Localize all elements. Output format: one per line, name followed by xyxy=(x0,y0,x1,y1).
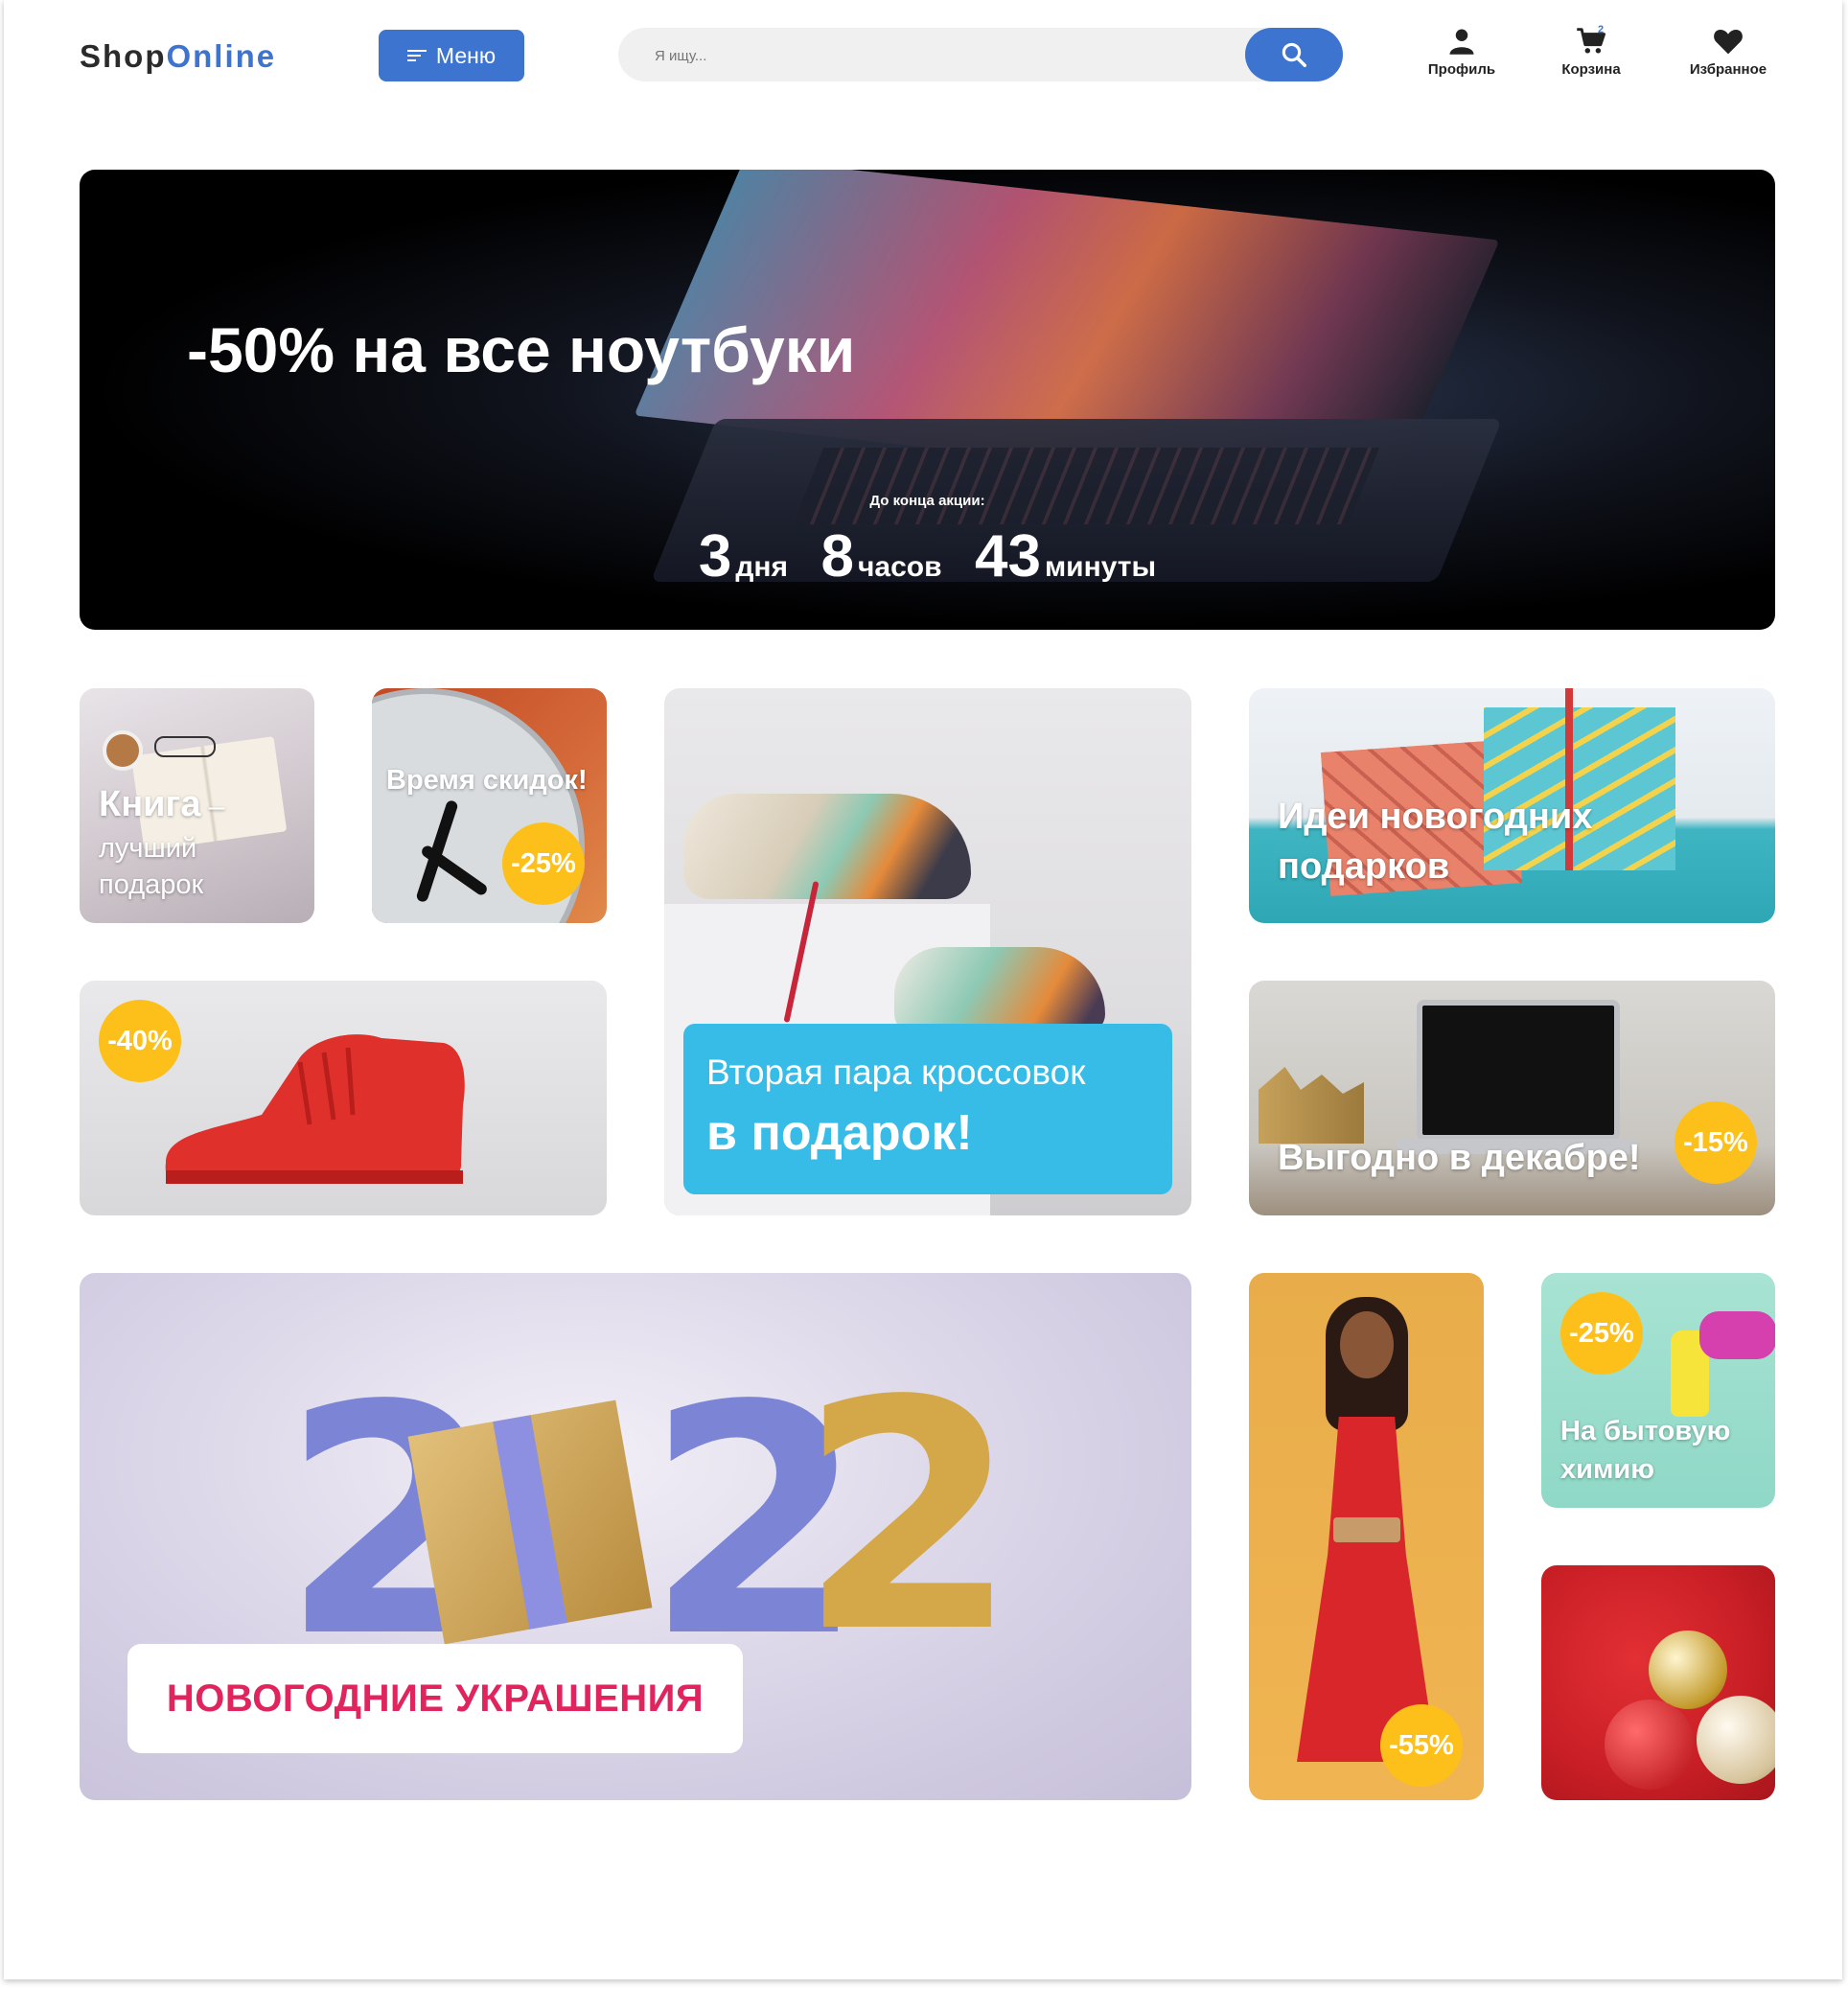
countdown-hours: 8 xyxy=(820,523,854,590)
sneakers-promo-line1: Вторая пара кроссовок xyxy=(706,1052,1086,1092)
logo-text-online: Online xyxy=(166,38,277,74)
sneakers-promo-panel: Вторая пара кроссовок в подарок! xyxy=(683,1024,1172,1194)
glove-image xyxy=(1699,1311,1775,1359)
household-line2: химию xyxy=(1560,1454,1655,1485)
glasses-image xyxy=(154,736,216,757)
promo-card-book[interactable]: Книга – лучший подарок xyxy=(80,688,314,923)
book-card-dash: – xyxy=(200,791,225,822)
cart-label: Корзина xyxy=(1561,61,1621,78)
search-icon xyxy=(1282,42,1306,67)
promo-card-gift-ideas[interactable]: Идеи новогодних подарков xyxy=(1249,688,1775,923)
countdown-days-unit: дня xyxy=(735,551,789,583)
discount-badge: -25% xyxy=(1560,1292,1643,1375)
promo-card-christmas-balls[interactable] xyxy=(1541,1565,1775,1800)
ornament-image xyxy=(1649,1631,1727,1709)
favorites-label: Избранное xyxy=(1689,61,1767,78)
search-bar xyxy=(618,28,1343,83)
laptop-image xyxy=(1417,1000,1620,1141)
page-frame: ShopOnline Меню Профиль 2 Корзина xyxy=(4,0,1842,1979)
discount-badge: -15% xyxy=(1675,1101,1757,1184)
user-icon xyxy=(1449,29,1474,55)
book-card-title-word: Книга xyxy=(99,784,201,824)
belt-image xyxy=(1333,1517,1400,1542)
book-card-title: Книга – xyxy=(99,784,225,825)
countdown-minutes-unit: минуты xyxy=(1044,551,1157,583)
december-card-title: Выгодно в декабре! xyxy=(1278,1138,1641,1178)
household-line1: На бытовую xyxy=(1560,1416,1731,1446)
promo-card-household[interactable]: -25% На бытовую химию xyxy=(1541,1273,1775,1508)
book-card-line2: лучший xyxy=(99,833,197,864)
red-sneaker-image xyxy=(165,1034,465,1184)
profile-label: Профиль xyxy=(1427,61,1496,78)
promo-card-second-sneakers[interactable]: Вторая пара кроссовок в подарок! xyxy=(664,688,1191,1215)
sneaker-image xyxy=(894,947,1105,1033)
book-card-line3: подарок xyxy=(99,869,204,900)
countdown-minutes: 43 xyxy=(975,523,1041,590)
gift-ideas-line2: подарков xyxy=(1278,846,1450,887)
profile-link[interactable]: Профиль xyxy=(1409,27,1514,78)
heart-icon xyxy=(1714,30,1743,55)
cart-link[interactable]: 2 Корзина xyxy=(1538,24,1644,78)
countdown-label: До конца акции: xyxy=(869,493,985,509)
gift-box-image xyxy=(407,1399,653,1645)
discount-badge: -25% xyxy=(502,822,585,905)
ornament-image xyxy=(1697,1696,1775,1784)
sneakers-promo-line2: в подарок! xyxy=(706,1105,973,1161)
hero-title: -50% на все ноутбуки xyxy=(187,314,856,385)
gift-ideas-title: Идеи новогодних подарков xyxy=(1278,792,1592,891)
sneaker-image xyxy=(683,794,971,899)
household-card-title: На бытовую химию xyxy=(1560,1412,1730,1489)
clock-card-title: Время скидок! xyxy=(386,765,588,796)
new-year-label: НОВОГОДНИЕ УКРАШЕНИЯ xyxy=(166,1677,705,1720)
decor-image xyxy=(1259,1067,1364,1144)
countdown-hours-unit: часов xyxy=(857,551,942,583)
countdown-days: 3 xyxy=(698,523,732,590)
coffee-cup-image xyxy=(103,730,143,771)
gift-ideas-line1: Идеи новогодних xyxy=(1278,797,1593,837)
menu-button-label: Меню xyxy=(435,42,497,68)
promo-card-dress[interactable]: -55% xyxy=(1249,1273,1484,1800)
discount-badge: -40% xyxy=(99,1000,181,1082)
countdown: 3 дня 8 часов 43 минуты xyxy=(80,522,1775,590)
promo-card-red-sneaker[interactable]: -40% xyxy=(80,981,607,1215)
promo-card-december[interactable]: Выгодно в декабре! -15% xyxy=(1249,981,1775,1215)
promo-card-discount-time[interactable]: Время скидок! -25% xyxy=(372,688,607,923)
promo-card-new-year-decor[interactable]: 2 2 2 НОВОГОДНИЕ УКРАШЕНИЯ xyxy=(80,1273,1191,1800)
ornament-image xyxy=(1605,1700,1695,1790)
search-button[interactable] xyxy=(1245,28,1343,81)
search-input[interactable] xyxy=(653,28,1232,83)
book-card-subtitle: лучший подарок xyxy=(99,830,203,903)
menu-icon xyxy=(406,47,427,64)
discount-badge: -55% xyxy=(1380,1704,1463,1787)
menu-button[interactable]: Меню xyxy=(379,30,524,81)
hero-banner[interactable]: -50% на все ноутбуки До конца акции: 3 дн… xyxy=(80,170,1775,630)
logo-text-shop: Shop xyxy=(80,38,167,74)
laptop-keyboard-image xyxy=(792,448,1380,524)
new-year-label-box: НОВОГОДНИЕ УКРАШЕНИЯ xyxy=(127,1644,743,1753)
balloon-digit-image: 2 xyxy=(798,1333,1019,1701)
cart-count-badge: 2 xyxy=(1598,24,1605,35)
favorites-link[interactable]: Избранное xyxy=(1675,27,1781,78)
logo[interactable]: ShopOnline xyxy=(80,38,276,75)
model-face-image xyxy=(1340,1311,1394,1378)
